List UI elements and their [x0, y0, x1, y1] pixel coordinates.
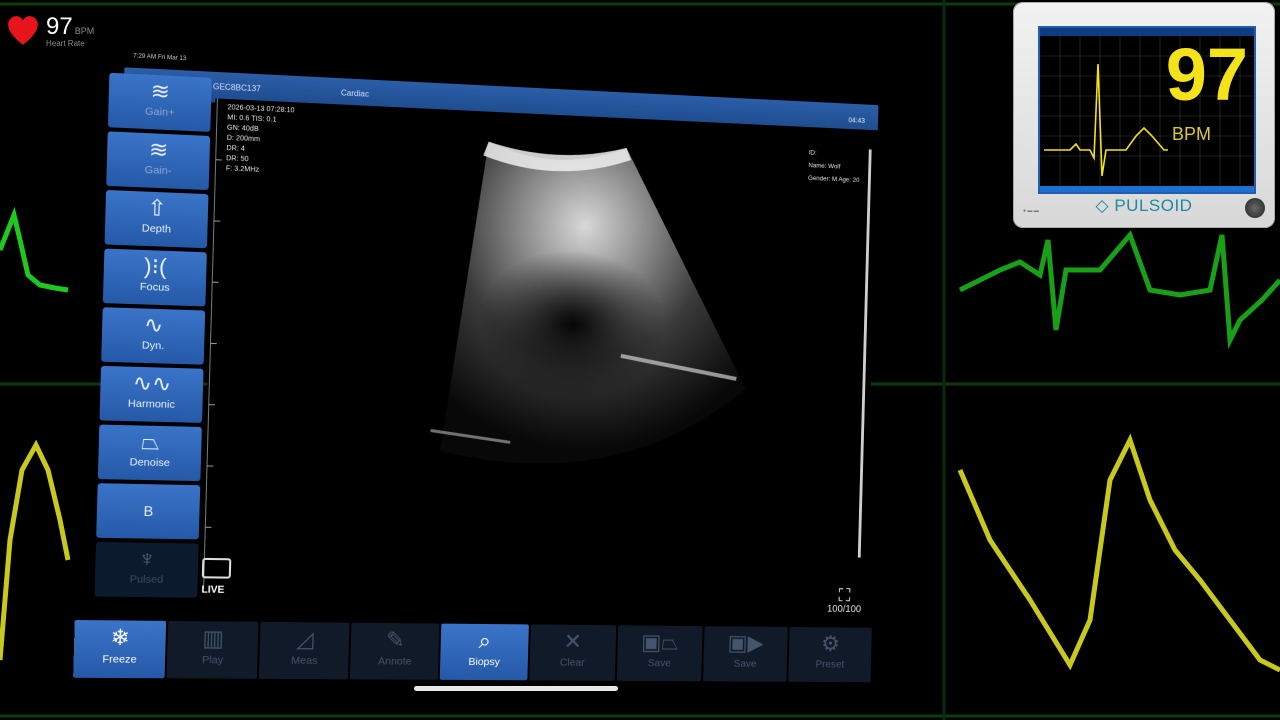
- live-icon: [201, 557, 232, 579]
- save-image-icon: ▣⏢: [640, 629, 679, 655]
- fullscreen-value: 100/100: [826, 603, 862, 616]
- button-label: Denoise: [129, 456, 171, 470]
- button-label: Freeze: [102, 653, 137, 666]
- gain-down-icon: ≋: [148, 136, 169, 163]
- info-line: F: 3.2MHz: [225, 165, 260, 174]
- gear-icon: ⚙: [820, 631, 841, 656]
- exam-mode[interactable]: Cardiac: [341, 88, 369, 98]
- harmonic-button[interactable]: ∿∿ Harmonic: [99, 365, 204, 423]
- button-label: Save: [647, 657, 672, 670]
- ultrasound-tablet: 7:29 AM Fri Mar 13 SS-1S GEC8BC137 Cardi…: [73, 49, 891, 692]
- button-label: Focus: [139, 280, 170, 295]
- harmonic-icon: ∿∿: [132, 369, 172, 397]
- gain-up-icon: ≋: [150, 77, 171, 105]
- annotate-icon: ✎: [385, 627, 406, 653]
- save-video-button[interactable]: ▣▶ Save: [702, 626, 788, 682]
- heart-rate-label: Heart Rate: [46, 39, 85, 48]
- gain-down-button[interactable]: ≋ Gain-: [106, 131, 211, 191]
- freeze-button[interactable]: ❄ Freeze: [73, 619, 167, 679]
- button-label: Pulsed: [129, 573, 164, 587]
- film-icon: ▥: [202, 625, 225, 652]
- depth-icon: ⇧: [147, 194, 168, 222]
- brand-name: PULSOID: [1114, 196, 1193, 215]
- tablet-status-bar: 7:29 AM Fri Mar 13: [132, 53, 187, 63]
- clear-button[interactable]: ✕ Clear: [528, 624, 616, 681]
- button-label: Clear: [559, 656, 585, 669]
- measure-button[interactable]: ◿ Meas: [259, 621, 350, 680]
- button-label: Biopsy: [468, 655, 501, 669]
- ecg-trace-left-green: [0, 206, 69, 293]
- ecg-trace-left-yellow: [0, 439, 71, 661]
- heart-rate-overlay: 97 BPM Heart Rate: [6, 14, 94, 48]
- snowflake-icon: ❄: [110, 624, 131, 651]
- button-label: Dyn.: [141, 339, 165, 353]
- button-label: Play: [201, 653, 224, 667]
- clear-x-icon: ✕: [563, 628, 583, 654]
- ecg-trace-right-yellow: [957, 433, 1280, 673]
- annotate-button[interactable]: ✎ Annote: [350, 622, 440, 680]
- pulsoid-monitor-widget: 97 BPM ◇ PULSOID ● ▬ ▬: [1013, 2, 1275, 228]
- fullscreen-control[interactable]: ⛶ 100/100: [827, 586, 862, 615]
- monitor-bpm-value: 97: [1165, 33, 1248, 116]
- denoise-icon: ⏢: [140, 428, 160, 455]
- fullscreen-icon: ⛶: [838, 585, 851, 606]
- live-indicator[interactable]: LIVE: [201, 557, 232, 596]
- button-label: B: [143, 502, 154, 520]
- b-mode-icon: B: [97, 483, 200, 520]
- home-indicator[interactable]: [414, 686, 618, 691]
- monitor-knob-icon: [1245, 198, 1265, 218]
- focus-button[interactable]: )⁝( Focus: [102, 248, 207, 307]
- live-label: LIVE: [201, 584, 225, 596]
- monitor-ecg-trace: [1044, 63, 1168, 177]
- monitor-bottom-strip: [1040, 186, 1254, 192]
- pulsed-button[interactable]: ♆ Pulsed: [94, 541, 199, 598]
- biopsy-button[interactable]: ⌕ Biopsy: [440, 623, 529, 681]
- save-image-button[interactable]: ▣⏢ Save: [616, 625, 703, 682]
- monitor-screen: 97 BPM: [1038, 26, 1256, 194]
- button-label: Preset: [815, 658, 845, 671]
- denoise-button[interactable]: ⏢ Denoise: [97, 424, 202, 482]
- depth-scale-bar: [857, 149, 872, 558]
- diamond-logo-icon: ◇: [1095, 196, 1110, 215]
- play-button[interactable]: ▥ Play: [166, 620, 259, 679]
- depth-button[interactable]: ⇧ Depth: [104, 189, 209, 249]
- button-label: Annote: [377, 655, 412, 668]
- heart-rate-unit: BPM: [74, 26, 95, 36]
- monitor-indicator-leds: ● ▬ ▬: [1023, 208, 1039, 214]
- gain-up-button[interactable]: ≋ Gain+: [107, 72, 212, 132]
- button-label: Save: [733, 657, 757, 670]
- button-label: Meas: [290, 654, 318, 667]
- preset-button[interactable]: ⚙ Preset: [788, 626, 872, 683]
- dynamic-range-button[interactable]: ∿ Dyn.: [101, 307, 206, 365]
- side-toolbar: ≋ Gain+ ≋ Gain- ⇧ Depth )⁝( Focus ∿ Dyn.…: [94, 72, 212, 602]
- focus-icon: )⁝(: [143, 253, 168, 280]
- battery-time: 04:43: [848, 117, 865, 125]
- pulsed-icon: ♆: [138, 545, 157, 572]
- button-label: Depth: [141, 222, 172, 236]
- ultrasound-sector-image: [418, 139, 753, 469]
- ruler-icon: ◿: [295, 626, 314, 652]
- ecg-trace-right-green: [958, 230, 1280, 350]
- heart-icon: [8, 16, 38, 45]
- scan-parameters: 2026-03-13 07:28:10 MI: 0.6 TIS: 0.1 GN:…: [226, 103, 295, 177]
- button-label: Harmonic: [127, 397, 176, 411]
- b-mode-button[interactable]: B: [96, 483, 201, 540]
- bottom-toolbar: ❄ Freeze ▥ Play ◿ Meas ✎ Annote ⌕ Biopsy…: [73, 619, 872, 683]
- heart-rate-value: 97: [46, 13, 73, 40]
- dynamic-range-icon: ∿: [143, 311, 164, 338]
- save-video-icon: ▣▶: [727, 630, 765, 656]
- monitor-bpm-unit: BPM: [1172, 124, 1212, 144]
- biopsy-icon: ⌕: [478, 627, 492, 654]
- ultrasound-image-area[interactable]: 2026-03-13 07:28:10 MI: 0.6 TIS: 0.1 GN:…: [200, 98, 878, 636]
- monitor-brand: ◇ PULSOID: [1013, 196, 1275, 216]
